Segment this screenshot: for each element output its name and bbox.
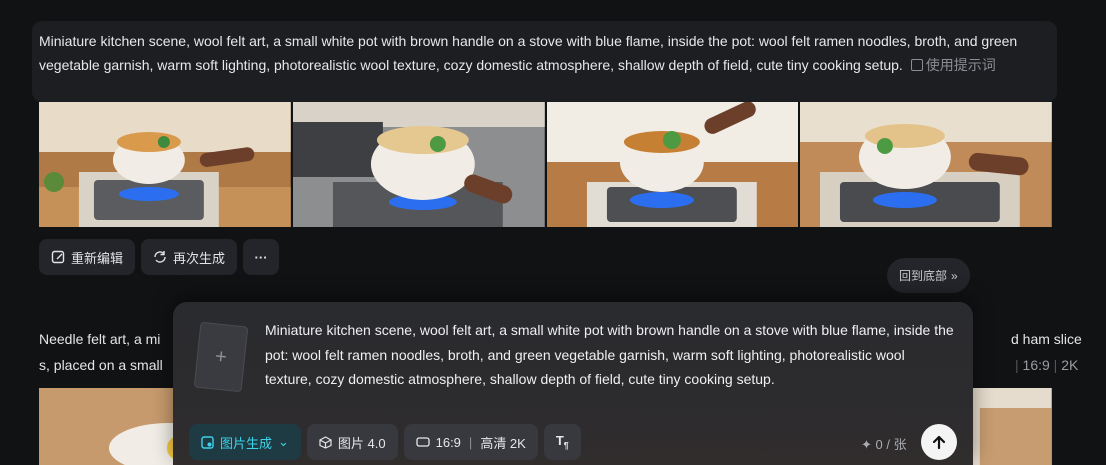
ratio-quality-select[interactable]: 16:9 | 高清 2K [403,424,538,460]
text-style-button[interactable]: T¶ [543,424,581,460]
send-button[interactable] [921,424,957,460]
generated-image[interactable] [800,102,1052,227]
generation-counter: ✦ 0 / 张 [861,434,907,453]
mode-label: 图片生成 [220,435,273,451]
edit-icon [51,250,65,264]
prompt-input[interactable]: Miniature kitchen scene, wool felt art, … [265,318,955,392]
chevron-down-icon: ⌄ [278,434,289,449]
generated-image[interactable] [546,102,799,227]
resolution-meta: 2K [1061,357,1079,373]
copy-icon [910,59,923,71]
arrow-up-icon [932,435,946,450]
second-prompt-line2: s, placed on a small [39,357,163,373]
double-chevron-down-icon: » [951,268,958,283]
image-actions: 重新编辑 再次生成 ··· [39,239,280,275]
model-select[interactable]: 图片 4.0 [306,424,398,460]
more-icon: ··· [254,249,268,265]
second-prompt-meta: | 16:9 | 2K [1015,357,1079,373]
image-mode-icon [201,435,214,449]
refresh-icon [154,251,166,263]
second-prompt-line1-right: d ham slice [1011,331,1082,347]
text-format-icon: T¶ [555,433,569,451]
composer-toolbar: 图片生成 ⌄ 图片 4.0 16:9 | 高清 2K T¶ [189,424,581,460]
add-reference-image-button[interactable]: + [193,321,249,393]
prompt-text: Miniature kitchen scene, wool felt art, … [39,33,1018,73]
reedit-label: 重新编辑 [71,250,124,266]
aspect-ratio-icon [415,437,430,447]
sparkle-icon: ✦ [861,437,872,452]
cube-icon [319,435,332,449]
second-prompt-line1: Needle felt art, a mi [39,331,161,347]
back-to-bottom-label: 回到底部 [899,269,948,283]
use-prompt-link[interactable]: 使用提示词 [903,57,996,73]
mode-select[interactable]: 图片生成 ⌄ [189,424,301,460]
prompt-composer: + Miniature kitchen scene, wool felt art… [173,302,973,465]
regenerate-label: 再次生成 [173,250,226,266]
regenerate-button[interactable]: 再次生成 [141,239,238,275]
prompt-card: Miniature kitchen scene, wool felt art, … [32,21,1057,102]
more-options-button[interactable]: ··· [243,239,280,275]
generated-image[interactable] [39,102,291,227]
generated-image[interactable] [292,102,545,227]
counter-label: 0 / 张 [875,437,907,452]
model-label: 图片 4.0 [337,435,386,451]
back-to-bottom-button[interactable]: 回到底部 » [887,258,970,293]
reedit-button[interactable]: 重新编辑 [39,239,136,275]
separator: | [468,434,473,450]
plus-icon: + [214,344,229,369]
quality-label: 高清 2K [480,435,526,451]
ratio-label: 16:9 [435,434,461,450]
ratio-meta: 16:9 [1022,357,1050,373]
generated-images [39,102,1052,227]
